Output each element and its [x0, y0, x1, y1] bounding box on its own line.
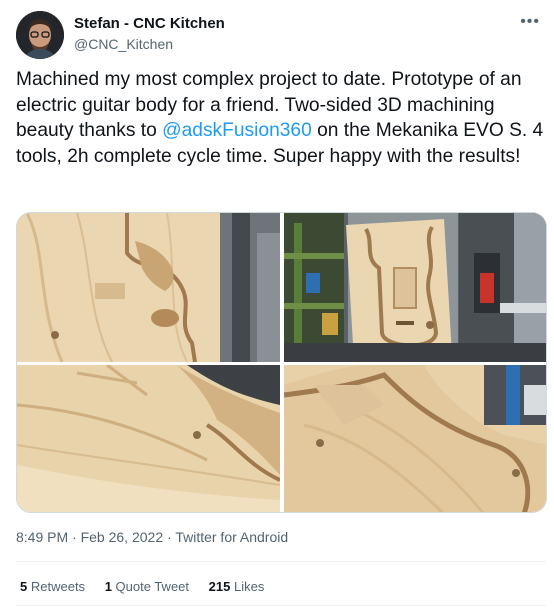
- tweet-header: Stefan - CNC Kitchen @CNC_Kitchen •••: [16, 11, 546, 59]
- divider: [16, 561, 546, 562]
- tweet-date[interactable]: Feb 26, 2022: [81, 529, 164, 545]
- likes-count: 215: [208, 579, 231, 594]
- photo-2[interactable]: [284, 213, 546, 362]
- tweet-source[interactable]: Twitter for Android: [175, 529, 288, 545]
- retweets-count: 5: [20, 579, 28, 594]
- tweet-text: Machined my most complex project to date…: [16, 67, 544, 169]
- quotes-count: 1: [104, 579, 112, 594]
- meta-separator: ·: [68, 529, 81, 545]
- tweet-meta: 8:49 PM · Feb 26, 2022 · Twitter for And…: [16, 528, 288, 546]
- likes-stat[interactable]: 215 Likes: [209, 578, 265, 596]
- photo-4[interactable]: [284, 365, 546, 512]
- quotes-stat[interactable]: 1 Quote Tweet: [105, 578, 189, 596]
- quotes-label: Quote Tweet: [115, 579, 190, 594]
- retweets-label: Retweets: [30, 579, 86, 594]
- retweets-stat[interactable]: 5 Retweets: [20, 578, 85, 596]
- tweet-stats: 5 Retweets 1 Quote Tweet 215 Likes: [20, 578, 280, 596]
- photo-1[interactable]: [17, 213, 280, 362]
- user-info: Stefan - CNC Kitchen @CNC_Kitchen: [74, 15, 225, 53]
- display-name[interactable]: Stefan - CNC Kitchen: [74, 15, 225, 33]
- photo-3[interactable]: [17, 365, 280, 512]
- likes-label: Likes: [233, 579, 265, 594]
- tweet-time[interactable]: 8:49 PM: [16, 529, 68, 545]
- more-options-icon[interactable]: •••: [520, 13, 540, 31]
- avatar[interactable]: [16, 11, 64, 59]
- media-grid: [16, 212, 547, 513]
- divider: [16, 605, 546, 606]
- mention-link[interactable]: @adskFusion360: [162, 120, 312, 141]
- user-handle[interactable]: @CNC_Kitchen: [74, 35, 225, 53]
- meta-separator: ·: [163, 529, 176, 545]
